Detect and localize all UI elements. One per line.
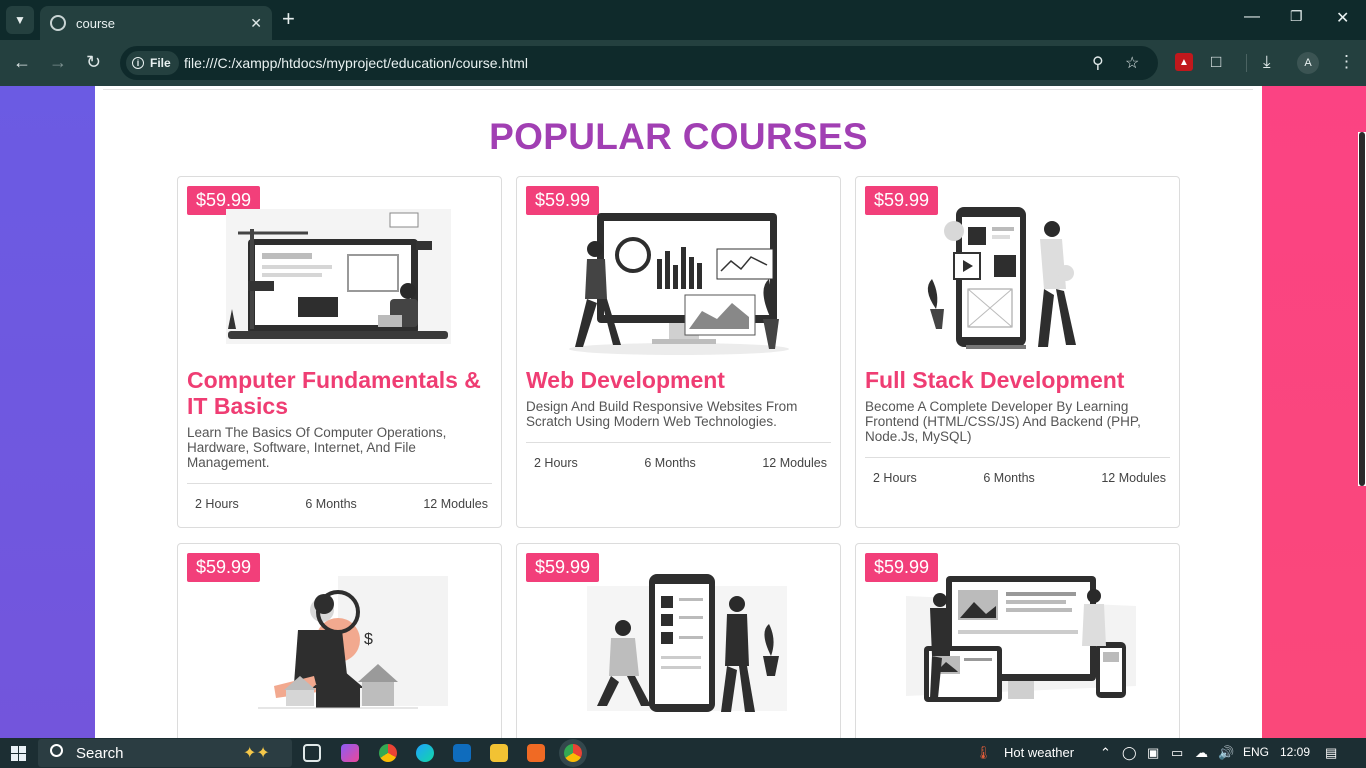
notifications-icon[interactable]: ▤ <box>1325 745 1337 761</box>
task-view-icon[interactable] <box>303 744 321 762</box>
restore-button[interactable]: ❐ <box>1290 8 1303 25</box>
globe-icon <box>50 15 66 31</box>
file-explorer-icon[interactable] <box>490 744 508 762</box>
browser-tab[interactable]: course ✕ <box>40 6 272 40</box>
minimize-button[interactable]: — <box>1244 8 1260 26</box>
course-card[interactable]: $59.99 <box>516 176 841 528</box>
network-globe-icon[interactable]: ◯ <box>1122 745 1137 761</box>
course-duration: 6 Months <box>644 456 696 470</box>
course-title[interactable]: Web Development <box>526 367 826 393</box>
search-icon <box>50 744 63 757</box>
page-title: POPULAR COURSES <box>489 116 868 157</box>
course-modules: 12 Modules <box>1101 471 1166 485</box>
browser-toolbar: ← → ↻ i File file:///C:/xampp/htdocs/myp… <box>0 40 1366 86</box>
card-divider <box>187 483 492 484</box>
course-meta: 2 Hours 6 Months 12 Modules <box>865 471 1170 485</box>
windows-taskbar: Search ✦✦ 🌡 Hot weather ⌃ ◯ ▣ ▭ ☁ 🔊 ENG … <box>0 738 1366 768</box>
course-modules: 12 Modules <box>762 456 827 470</box>
weather-text[interactable]: Hot weather <box>1004 745 1074 760</box>
tab-search-chevron-icon[interactable]: ▼ <box>6 6 34 34</box>
analytics-monitor-illustration <box>569 213 789 355</box>
course-hours: 2 Hours <box>195 497 239 511</box>
tray-chevron-icon[interactable]: ⌃ <box>1100 745 1111 761</box>
taskbar-search[interactable]: Search ✦✦ <box>38 739 292 767</box>
volume-icon[interactable]: 🔊 <box>1218 745 1234 761</box>
close-tab-icon[interactable]: ✕ <box>250 15 262 32</box>
mobile-app-illustration <box>927 207 1076 349</box>
copilot-icon[interactable] <box>341 744 359 762</box>
right-gradient-band <box>1262 86 1366 738</box>
course-title[interactable]: Computer Fundamentals & IT Basics <box>187 367 487 419</box>
download-icon[interactable]: ⤓ <box>1263 52 1271 72</box>
course-meta: 2 Hours 6 Months 12 Modules <box>526 456 831 470</box>
edge-icon[interactable] <box>416 744 434 762</box>
svg-text:$: $ <box>364 631 373 648</box>
forward-button[interactable]: → <box>49 52 67 73</box>
course-description: Become A Complete Developer By Learning … <box>865 399 1141 444</box>
course-description: Learn The Basics Of Computer Operations,… <box>187 425 447 470</box>
meet-icon[interactable]: ▣ <box>1147 745 1159 761</box>
zoom-icon[interactable]: ⚲ <box>1092 53 1104 73</box>
mobile-ui-team-illustration <box>587 574 787 712</box>
browser-titlebar: ▼ course ✕ + — ❐ ✕ <box>0 0 1366 40</box>
laptop-coding-illustration <box>226 209 451 344</box>
xampp-icon[interactable] <box>527 744 545 762</box>
scrollbar-thumb[interactable] <box>1359 132 1365 486</box>
course-description: Design And Build Responsive Websites Fro… <box>526 399 798 429</box>
outlook-icon[interactable] <box>453 744 471 762</box>
close-window-button[interactable]: ✕ <box>1336 8 1349 28</box>
left-gradient-band <box>0 86 95 738</box>
toolbar-separator <box>1246 54 1247 72</box>
real-estate-search-illustration: $ <box>258 576 448 709</box>
page-viewport: POPULAR COURSES $59.99 Computer Fundamen… <box>0 86 1366 738</box>
scheme-label: File <box>150 56 171 70</box>
language-indicator[interactable]: ENG <box>1243 745 1269 759</box>
new-tab-button[interactable]: + <box>282 8 295 30</box>
course-card[interactable]: $59.99 Computer Fundamentals & IT Basics… <box>177 176 502 528</box>
course-duration: 6 Months <box>305 497 357 511</box>
course-card[interactable]: $59.99 Full Stack Development Become A C… <box>855 176 1180 528</box>
info-icon: i <box>132 57 144 69</box>
clock-time[interactable]: 12:09 <box>1280 745 1310 759</box>
course-card[interactable]: $59.99 <box>516 543 841 738</box>
card-divider <box>526 442 831 443</box>
taskbar-search-label: Search <box>76 745 124 762</box>
card-divider <box>865 457 1170 458</box>
menu-kebab-icon[interactable]: ⋮ <box>1338 52 1355 72</box>
address-bar[interactable]: i File file:///C:/xampp/htdocs/myproject… <box>120 46 1158 80</box>
page-scrollbar[interactable] <box>1358 132 1366 486</box>
thermometer-icon: 🌡 <box>975 745 992 760</box>
course-duration: 6 Months <box>983 471 1035 485</box>
chrome-active-icon[interactable] <box>564 744 582 762</box>
wifi-icon[interactable]: ☁ <box>1195 745 1208 761</box>
tab-title: course <box>76 15 116 31</box>
course-modules: 12 Modules <box>423 497 488 511</box>
section-divider <box>103 89 1253 90</box>
reload-button[interactable]: ↻ <box>86 52 101 73</box>
course-card[interactable]: $59.99 $ <box>177 543 502 738</box>
site-info-chip[interactable]: i File <box>126 51 179 75</box>
windows-start-icon[interactable] <box>11 746 26 761</box>
battery-icon[interactable]: ▭ <box>1171 745 1183 761</box>
profile-avatar[interactable]: A <box>1297 52 1319 74</box>
chrome-icon[interactable] <box>379 744 397 762</box>
course-title[interactable]: Full Stack Development <box>865 367 1165 393</box>
multi-device-design-illustration <box>906 576 1136 702</box>
courses-section: POPULAR COURSES $59.99 Computer Fundamen… <box>95 86 1262 738</box>
bookmark-star-icon[interactable]: ☆ <box>1125 53 1139 73</box>
course-meta: 2 Hours 6 Months 12 Modules <box>187 497 492 511</box>
sparkle-icon: ✦✦ <box>243 745 270 762</box>
course-card[interactable]: $59.99 <box>855 543 1180 738</box>
course-hours: 2 Hours <box>534 456 578 470</box>
url-text[interactable]: file:///C:/xampp/htdocs/myproject/educat… <box>184 55 528 71</box>
pdf-extension-icon[interactable]: ▲ <box>1175 53 1193 71</box>
course-hours: 2 Hours <box>873 471 917 485</box>
extensions-puzzle-icon[interactable]: □ <box>1211 52 1221 72</box>
back-button[interactable]: ← <box>13 52 31 73</box>
